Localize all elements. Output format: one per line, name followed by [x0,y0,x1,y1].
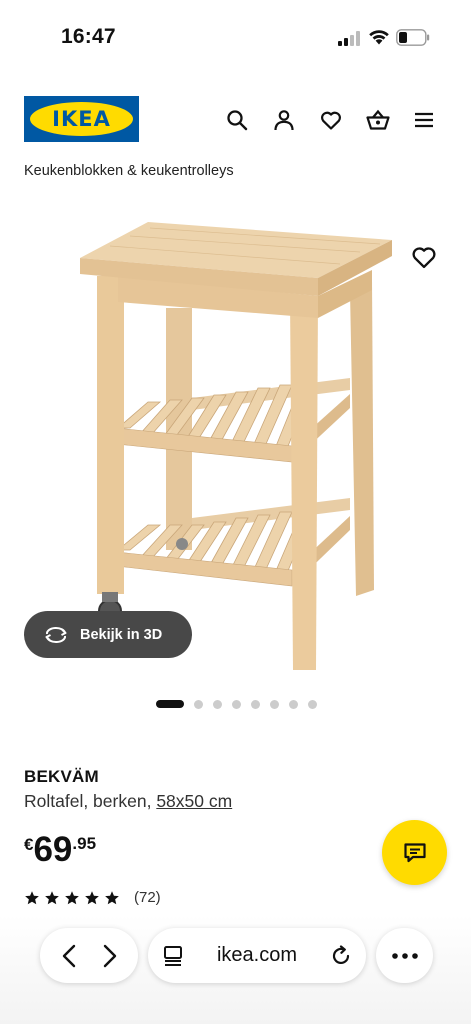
carousel-dot[interactable] [194,699,203,709]
view-in-3d-button[interactable]: Bekijk in 3D [24,611,192,658]
product-price: € 69 .95 [24,831,96,869]
product-rating[interactable]: (72) [24,889,161,906]
image-carousel-dots [156,699,327,709]
chat-icon [403,842,426,862]
reload-icon[interactable] [330,944,352,967]
price-integer: 69 [33,830,73,869]
carousel-dot[interactable] [270,699,279,709]
rotate-3d-icon [45,626,67,643]
star-icon [65,890,79,904]
battery-icon [396,29,430,46]
basket-icon[interactable] [365,107,391,133]
forward-arrow-icon[interactable] [100,943,120,969]
address-bar[interactable]: ikea.com [148,928,366,983]
logo-text: IKEA [52,107,111,131]
carousel-dot[interactable] [251,699,260,709]
breadcrumb[interactable]: Keukenblokken & keukentrolleys [24,163,234,179]
star-icon [45,890,59,904]
ellipsis-icon [391,952,418,959]
rating-count: (72) [134,889,161,906]
view-in-3d-label: Bekijk in 3D [80,626,163,643]
carousel-dot[interactable] [289,699,298,709]
carousel-dot[interactable] [156,700,184,708]
back-arrow-icon[interactable] [59,943,79,969]
search-icon[interactable] [224,107,250,133]
star-icon [25,890,39,904]
price-currency: € [24,835,34,854]
carousel-dot[interactable] [213,699,222,709]
user-icon[interactable] [271,107,297,133]
site-header: IKEA [0,90,471,150]
heart-icon[interactable] [318,107,344,133]
chat-button[interactable] [382,820,447,885]
more-options-button[interactable] [376,928,433,983]
status-time: 16:47 [61,25,116,48]
star-icon [85,890,99,904]
star-icon [105,890,119,904]
wifi-icon [369,30,389,45]
carousel-dot[interactable] [232,699,241,709]
ikea-logo[interactable]: IKEA [24,96,139,142]
signal-icon [338,31,360,46]
status-bar: 16:47 [0,0,471,76]
logo-oval: IKEA [30,102,133,136]
page-menu-icon[interactable] [162,945,184,967]
url-text: ikea.com [216,944,298,966]
price-decimal: .95 [72,834,97,853]
menu-icon[interactable] [411,107,437,133]
product-name: BEKVÄM [24,767,99,786]
product-description: Roltafel, berken, 58x50 cm [24,791,232,812]
nav-buttons-group [40,928,138,983]
browser-toolbar: ikea.com [0,915,471,1024]
add-to-favorites-icon[interactable] [410,243,438,271]
product-description-text: Roltafel, berken, [24,791,152,811]
product-size-link[interactable]: 58x50 cm [156,791,232,811]
carousel-dot[interactable] [308,699,317,709]
